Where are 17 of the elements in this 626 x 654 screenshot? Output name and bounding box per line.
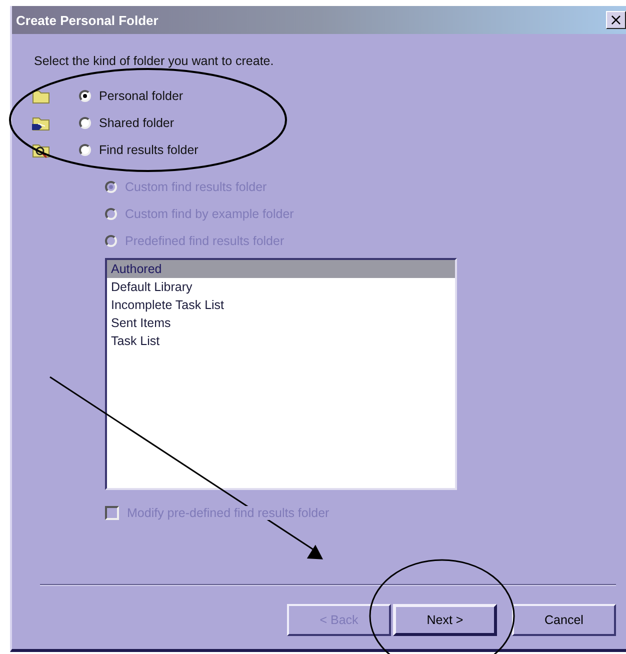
- close-button[interactable]: ×: [606, 11, 626, 29]
- list-item[interactable]: Sent Items: [107, 314, 455, 332]
- radio-option[interactable]: Shared folder: [79, 116, 174, 130]
- radio-option[interactable]: Personal folder: [79, 88, 184, 102]
- folder-list[interactable]: Authored Default Library Incomplete Task List Sent Items Task List: [105, 258, 457, 490]
- list-item[interactable]: Authored: [107, 260, 455, 278]
- list-item[interactable]: Incomplete Task List: [107, 296, 455, 314]
- dialog-button[interactable]: Next >: [393, 604, 497, 636]
- radio-option[interactable]: Find results folder: [79, 142, 198, 156]
- radio-icon[interactable]: [79, 116, 91, 128]
- dialog-button[interactable]: Cancel: [512, 604, 616, 636]
- list-item[interactable]: Task List: [107, 332, 455, 350]
- instruction-text: Select the kind of folder you want to create.: [34, 54, 275, 68]
- list-item[interactable]: Default Library: [107, 278, 455, 296]
- window-title: Create Personal Folder: [16, 12, 158, 28]
- radio-icon[interactable]: [79, 90, 91, 102]
- radio-icon[interactable]: [79, 144, 91, 156]
